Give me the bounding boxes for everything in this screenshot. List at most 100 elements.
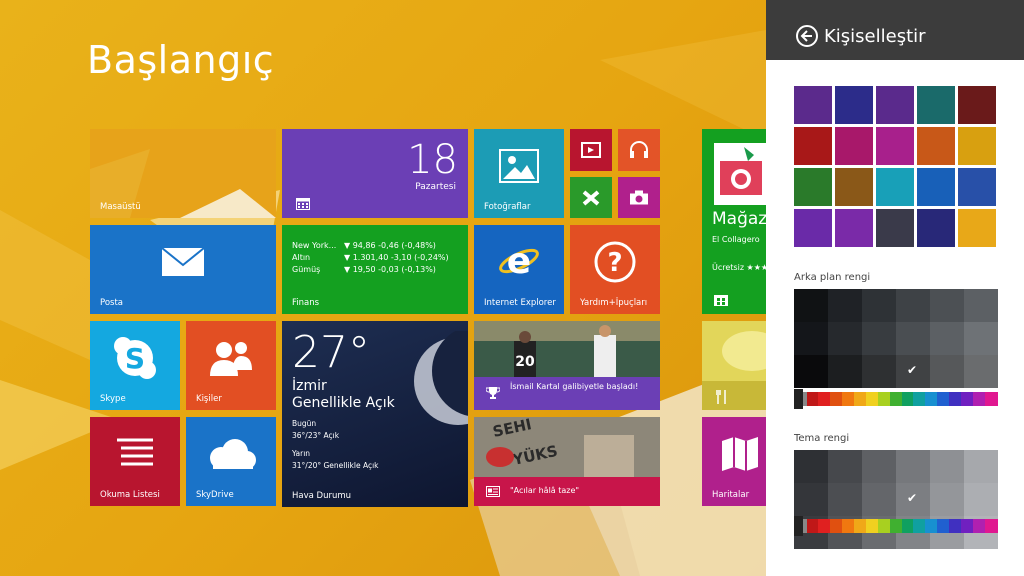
color-shade[interactable] [794, 450, 828, 483]
hue-swatch[interactable] [913, 519, 926, 533]
pattern-swatch[interactable] [876, 168, 914, 206]
pattern-swatch[interactable] [958, 86, 996, 124]
tile-help[interactable]: ? Yardım+İpuçları [570, 225, 660, 314]
hue-swatch[interactable] [806, 519, 819, 533]
hue-swatch[interactable] [889, 519, 902, 533]
hue-swatch[interactable] [961, 519, 974, 533]
tile-music[interactable] [618, 129, 660, 171]
pattern-swatch[interactable] [917, 168, 955, 206]
hue-swatch[interactable] [913, 392, 926, 406]
hue-swatch[interactable] [865, 519, 879, 533]
tile-maps[interactable]: Haritalar [702, 417, 766, 506]
tile-finance[interactable]: New York... ▼ 94,86 -0,46 (-0,48%) Altın ▼… [282, 225, 468, 314]
hue-swatch[interactable] [877, 392, 891, 406]
pattern-swatch[interactable] [917, 86, 955, 124]
hue-swatch[interactable] [973, 392, 986, 406]
tile-camera[interactable] [618, 177, 660, 218]
hue-swatch[interactable] [817, 392, 831, 406]
color-shade[interactable] [794, 322, 828, 355]
color-shade[interactable] [930, 289, 964, 322]
pattern-swatch[interactable] [876, 127, 914, 165]
color-shade[interactable] [964, 355, 998, 388]
pattern-swatch[interactable] [876, 209, 914, 247]
color-shade[interactable] [964, 289, 998, 322]
pattern-swatch[interactable] [917, 127, 955, 165]
pattern-swatch[interactable] [958, 127, 996, 165]
slider-thumb[interactable] [794, 389, 803, 409]
tile-sports[interactable]: 20 İsmail Kartal galibiyetle başladı! [474, 321, 660, 410]
tile-mail[interactable]: Posta [90, 225, 276, 314]
hue-swatch[interactable] [901, 519, 914, 533]
color-shade[interactable] [896, 450, 930, 483]
hue-swatch[interactable] [889, 392, 902, 406]
color-shade[interactable] [964, 450, 998, 483]
hue-swatch[interactable] [829, 519, 843, 533]
pattern-swatch[interactable] [794, 86, 832, 124]
tile-internet-explorer[interactable]: e Internet Explorer [474, 225, 564, 314]
hue-swatch[interactable] [853, 392, 867, 406]
color-shade[interactable] [862, 450, 896, 483]
back-button[interactable] [796, 25, 818, 47]
pattern-swatch[interactable] [835, 86, 873, 124]
hue-swatch[interactable] [985, 392, 998, 406]
tile-reading-list[interactable]: Okuma Listesi [90, 417, 180, 506]
hue-swatch[interactable] [949, 519, 962, 533]
tile-games[interactable] [570, 177, 612, 218]
color-shade[interactable] [794, 289, 828, 322]
color-shade[interactable] [862, 289, 896, 322]
hue-swatch[interactable] [901, 392, 914, 406]
pattern-swatch[interactable] [876, 86, 914, 124]
hue-swatch-gray[interactable] [803, 392, 807, 406]
hue-swatch[interactable] [865, 392, 879, 406]
tile-people[interactable]: Kişiler [186, 321, 276, 410]
tile-skydrive[interactable]: SkyDrive [186, 417, 276, 506]
hue-swatch[interactable] [829, 392, 843, 406]
pattern-swatch[interactable] [835, 127, 873, 165]
color-shade[interactable] [964, 322, 998, 355]
tile-store[interactable]: Mağaza El Collagero Ücretsiz ★★★★★ [702, 129, 766, 314]
color-shade[interactable] [794, 355, 828, 388]
pattern-swatch[interactable] [794, 168, 832, 206]
tile-news[interactable]: SEHI YÜKS "Acılar hâlâ taze" [474, 417, 660, 506]
color-shade[interactable] [828, 483, 862, 516]
hue-swatch[interactable] [985, 519, 998, 533]
hue-swatch[interactable] [973, 519, 986, 533]
color-shade[interactable] [896, 322, 930, 355]
pattern-swatch[interactable] [835, 209, 873, 247]
color-shade[interactable] [930, 322, 964, 355]
hue-swatch[interactable] [937, 519, 950, 533]
hue-swatch-gray[interactable] [803, 519, 807, 533]
color-shade[interactable] [930, 483, 964, 516]
color-shade[interactable] [862, 355, 896, 388]
color-shade[interactable] [828, 322, 862, 355]
color-shade[interactable] [828, 289, 862, 322]
hue-swatch[interactable] [925, 392, 938, 406]
pattern-swatch[interactable] [794, 127, 832, 165]
slider-thumb[interactable] [794, 516, 803, 536]
tile-desktop[interactable]: Masaüstü [90, 129, 276, 218]
tile-weather[interactable]: 27° İzmir Genellikle Açık Bugün 36°/23° … [282, 321, 468, 507]
hue-swatch[interactable] [817, 519, 831, 533]
tile-food[interactable] [702, 321, 766, 410]
tile-photos[interactable]: Fotoğraflar [474, 129, 564, 218]
color-shade[interactable] [930, 355, 964, 388]
tile-video[interactable] [570, 129, 612, 171]
color-shade[interactable] [828, 450, 862, 483]
pattern-swatch[interactable] [794, 209, 832, 247]
color-shade[interactable] [896, 289, 930, 322]
hue-swatch[interactable] [949, 392, 962, 406]
hue-swatch[interactable] [961, 392, 974, 406]
tile-skype[interactable]: S Skype [90, 321, 180, 410]
hue-swatch[interactable] [925, 519, 938, 533]
color-shade[interactable] [828, 355, 862, 388]
hue-swatch[interactable] [877, 519, 891, 533]
pattern-swatch[interactable] [917, 209, 955, 247]
color-shade[interactable] [964, 483, 998, 516]
hue-swatch[interactable] [806, 392, 819, 406]
hue-swatch[interactable] [937, 392, 950, 406]
tile-calendar[interactable]: 18 Pazartesi [282, 129, 468, 218]
hue-swatch[interactable] [853, 519, 867, 533]
hue-swatch[interactable] [841, 392, 855, 406]
pattern-swatch[interactable] [956, 207, 998, 249]
pattern-swatch[interactable] [835, 168, 873, 206]
